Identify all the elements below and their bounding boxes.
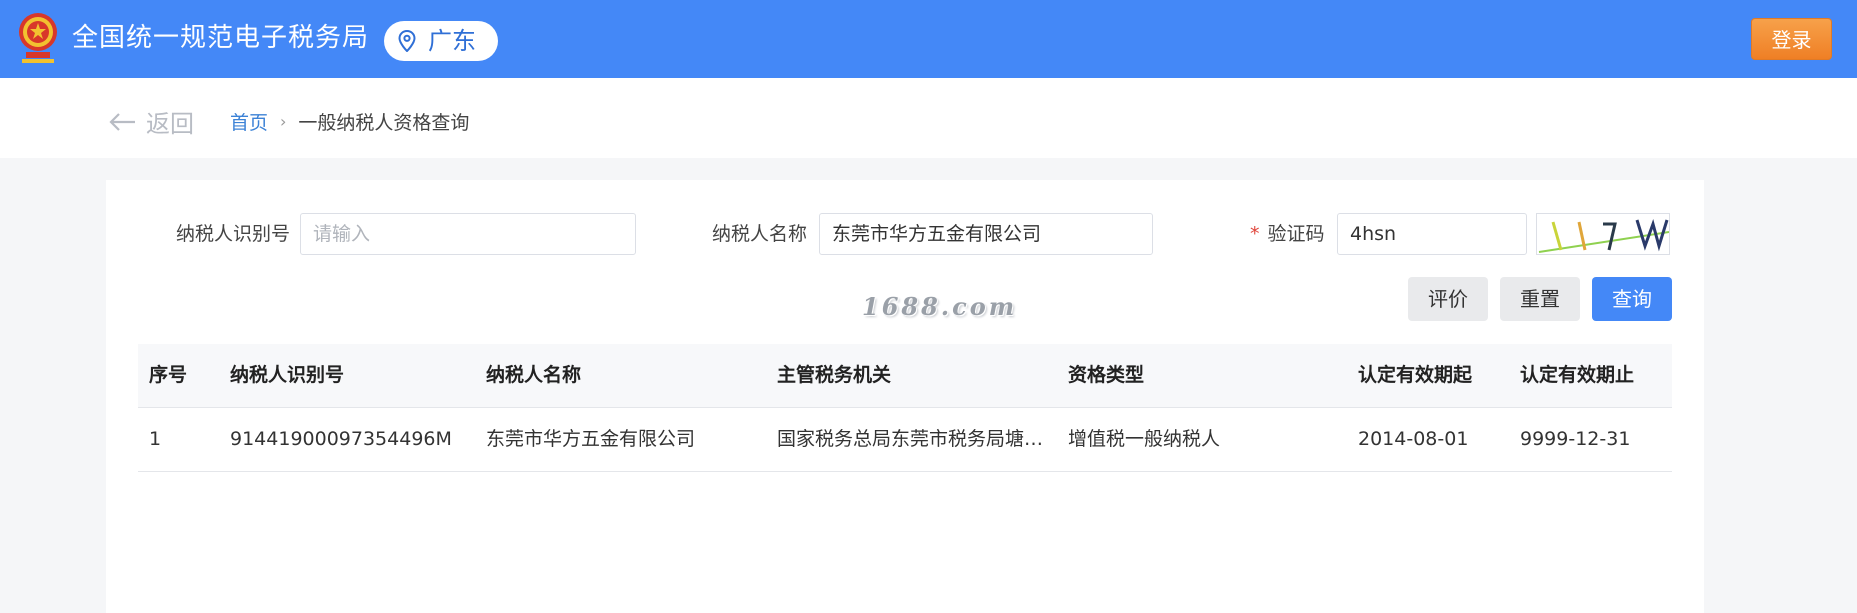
column-header: 认定有效期止 (1520, 364, 1635, 386)
tax-emblem-icon (19, 13, 57, 63)
site-title: 全国统一规范电子税务局 (72, 23, 370, 53)
captcha-label-group: * 验证码 (1250, 213, 1325, 255)
row-valid-from: 2014-08-01 (1358, 428, 1469, 450)
column-header: 纳税人识别号 (230, 364, 345, 386)
taxpayer-name-input[interactable]: 东莞市华方五金有限公司 (819, 213, 1153, 255)
row-valid-to: 9999-12-31 (1520, 428, 1631, 450)
column-header: 纳税人名称 (486, 364, 582, 386)
column-header: 资格类型 (1068, 364, 1145, 386)
row-index: 1 (149, 428, 162, 450)
breadcrumb-current: 一般纳税人资格查询 (298, 112, 470, 134)
breadcrumb-home-link[interactable]: 首页 (230, 108, 268, 135)
reset-button[interactable]: 重置 (1500, 277, 1580, 321)
column-header: 认定有效期起 (1358, 364, 1473, 386)
taxpayer-name-label: 纳税人名称 (712, 223, 808, 245)
row-qualification-type: 增值税一般纳税人 (1068, 428, 1221, 450)
taxpayer-id-input[interactable]: 请输入 (300, 213, 636, 255)
evaluate-button[interactable]: 评价 (1408, 277, 1488, 321)
table-row[interactable]: 1 91441900097354496M 东莞市华方五金有限公司 国家税务总局东… (138, 408, 1672, 472)
back-label: 返回 (146, 110, 194, 138)
required-mark: * (1250, 223, 1260, 245)
region-selector[interactable]: 广东 (384, 21, 498, 61)
taxpayer-id-label: 纳税人识别号 (176, 223, 291, 245)
breadcrumb-bar: 返回 首页 › 一般纳税人资格查询 (0, 78, 1857, 158)
query-panel: 纳税人识别号 请输入 纳税人名称 东莞市华方五金有限公司 * 验证码 4hsn 评… (106, 180, 1704, 613)
row-tax-authority: 国家税务总局东莞市税务局塘… (777, 428, 1044, 450)
login-button[interactable]: 登录 (1751, 18, 1832, 60)
column-header: 主管税务机关 (777, 364, 892, 386)
back-button[interactable]: 返回 (108, 104, 194, 139)
breadcrumb: 首页 › 一般纳税人资格查询 (230, 108, 469, 135)
results-table-header: 序号 纳税人识别号 纳税人名称 主管税务机关 资格类型 认定有效期起 认定有效期… (138, 344, 1672, 408)
watermark-text: 1688.com (862, 292, 1018, 321)
query-button[interactable]: 查询 (1592, 277, 1672, 321)
row-taxpayer-id: 91441900097354496M (230, 428, 452, 450)
arrow-left-icon (109, 112, 135, 131)
captcha-input[interactable]: 4hsn (1337, 213, 1527, 255)
captcha-label: 验证码 (1267, 223, 1325, 245)
column-header: 序号 (149, 364, 188, 386)
captcha-glyphs (1538, 219, 1669, 253)
top-header: 全国统一规范电子税务局 广东 登录 (0, 0, 1857, 78)
captcha-image[interactable] (1536, 213, 1670, 255)
location-pin-icon (398, 30, 416, 52)
region-label: 广东 (428, 27, 476, 55)
row-taxpayer-name: 东莞市华方五金有限公司 (486, 428, 696, 450)
breadcrumb-separator: › (280, 112, 287, 131)
